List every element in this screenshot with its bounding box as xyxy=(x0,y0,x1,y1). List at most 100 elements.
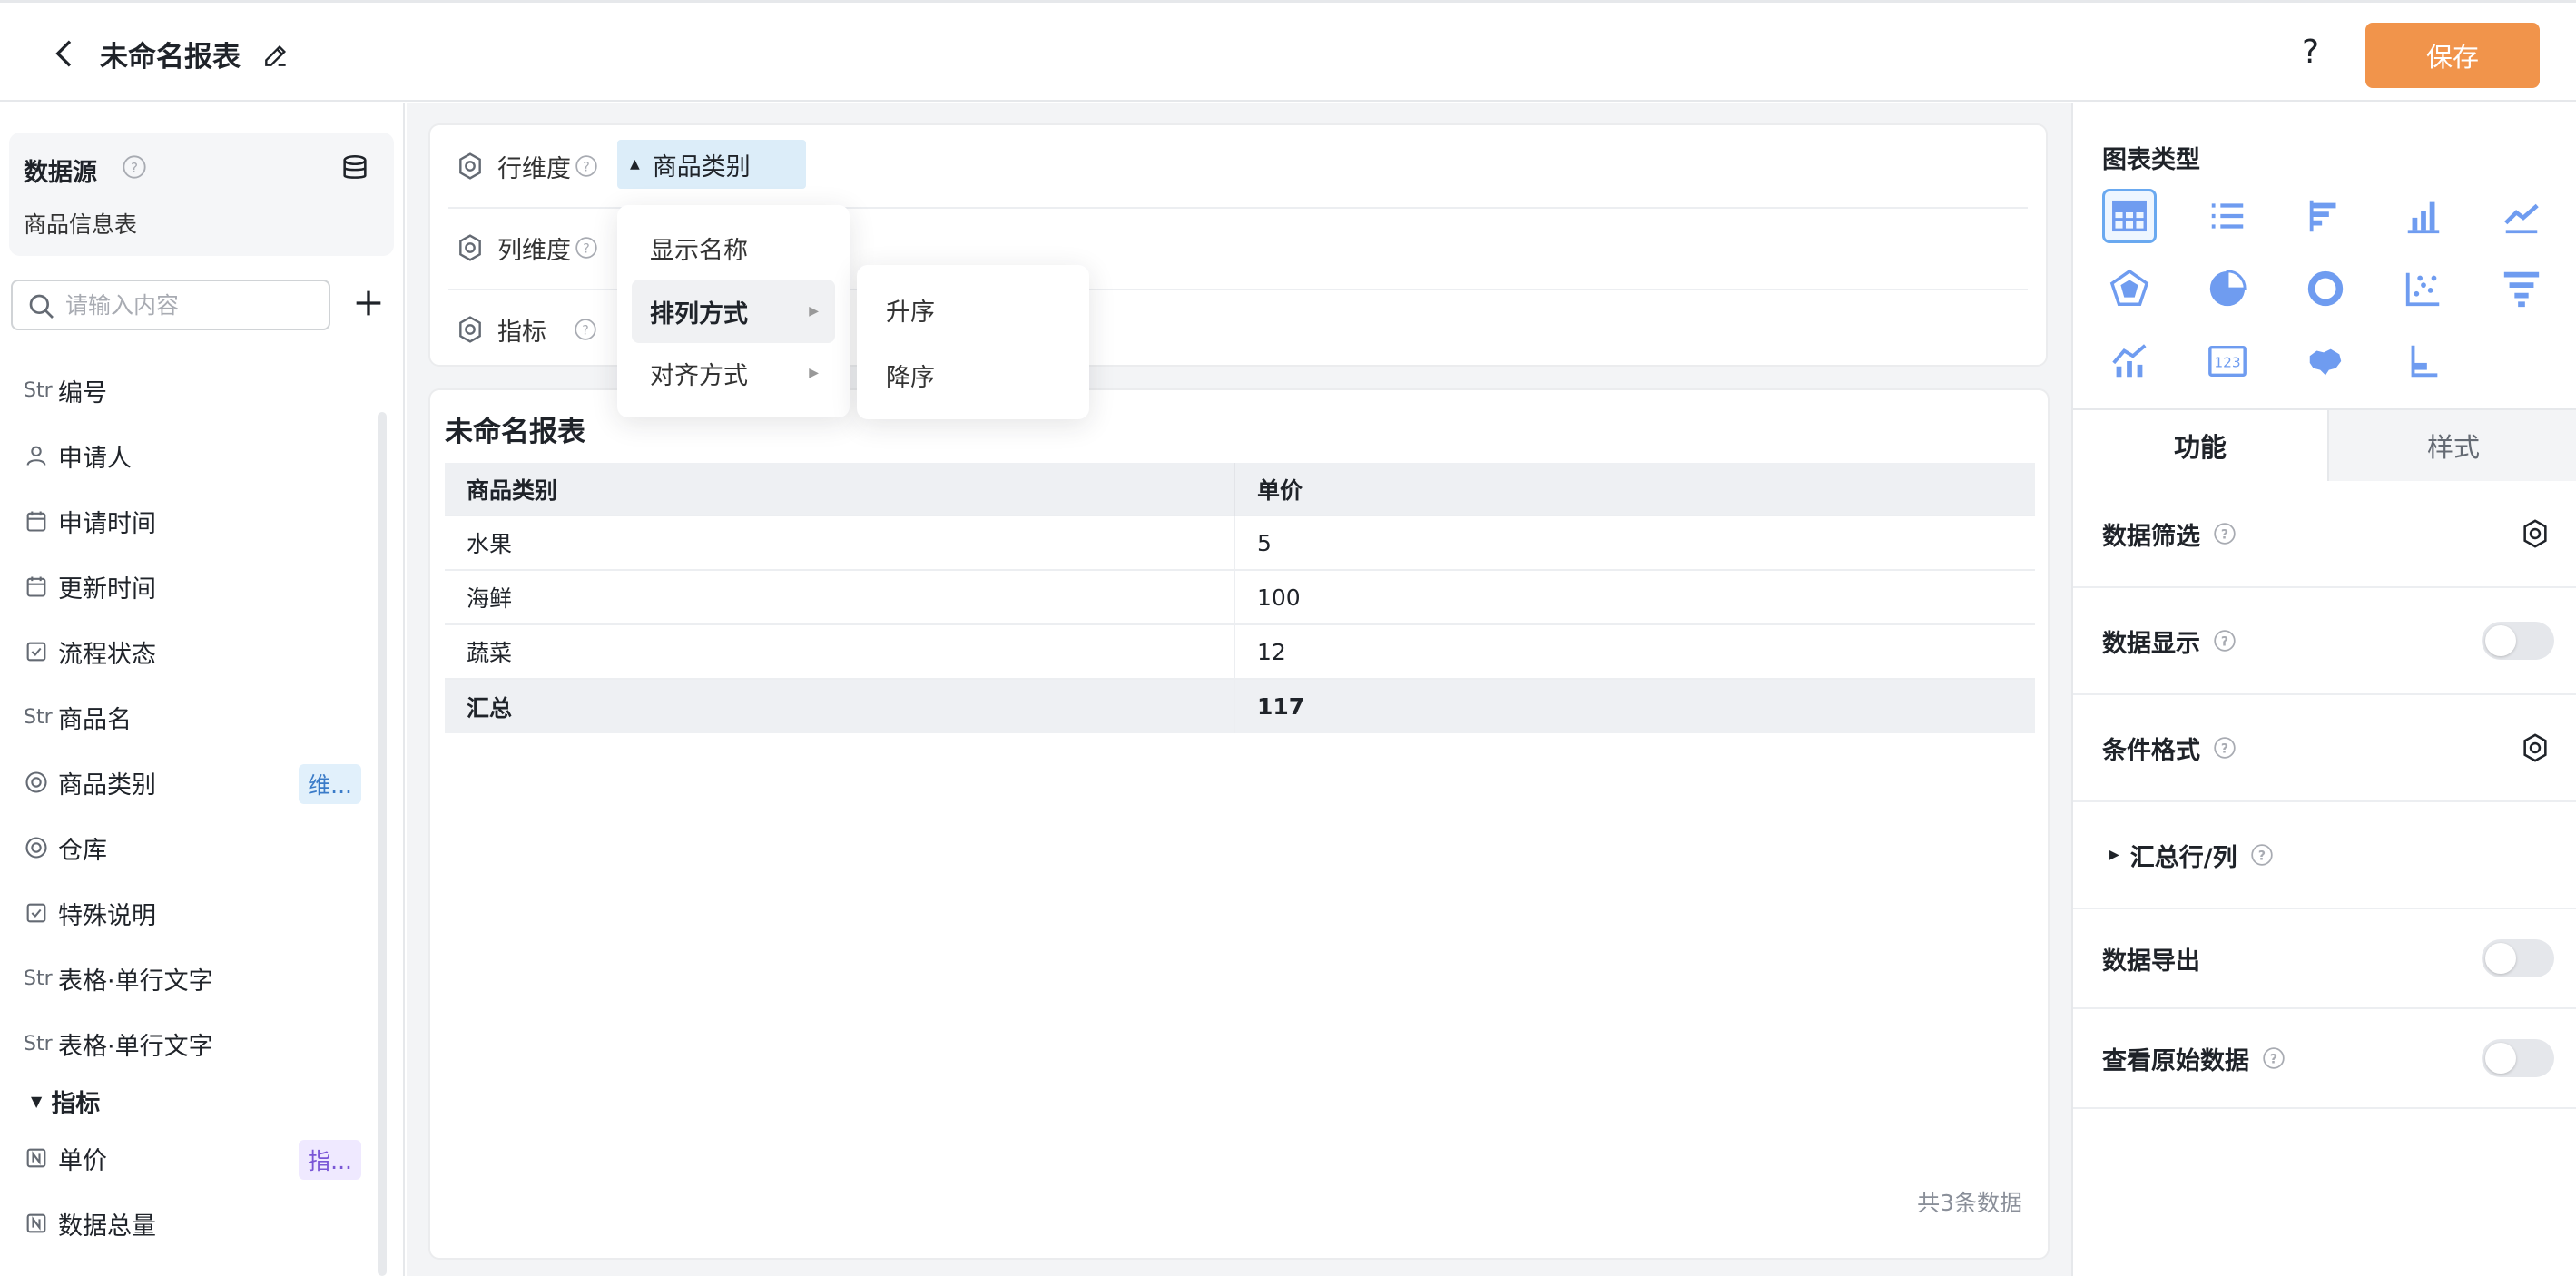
chart-type-gantt[interactable] xyxy=(2396,334,2451,388)
table-chart-icon xyxy=(2112,200,2147,232)
report-title: 未命名报表 xyxy=(100,41,241,74)
scatter-chart-icon xyxy=(2405,272,2440,307)
metric-label: 指标 xyxy=(497,318,546,347)
string-type-icon: Str xyxy=(24,705,53,729)
raw-data-toggle[interactable] xyxy=(2482,1039,2554,1077)
option-data-filter: 数据筛选 ? xyxy=(2073,481,2576,588)
table-cell: 蔬菜 xyxy=(445,623,1235,679)
field-item[interactable]: Str 表格·单行文字 xyxy=(0,946,372,1011)
chart-type-column[interactable] xyxy=(2396,189,2451,243)
metric-item[interactable]: 单价 指... xyxy=(0,1125,372,1191)
gear-icon[interactable] xyxy=(456,233,485,262)
gear-icon[interactable] xyxy=(2520,732,2551,763)
radio-icon xyxy=(24,770,58,795)
help-circle-icon[interactable]: ? xyxy=(574,318,597,341)
option-label: 条件格式 xyxy=(2102,736,2200,765)
column-dimension-label: 列维度 xyxy=(497,236,571,265)
edit-icon[interactable] xyxy=(261,41,290,70)
field-item[interactable]: 更新时间 xyxy=(0,554,372,619)
chart-type-map[interactable] xyxy=(2298,334,2353,388)
field-label: 商品类别 xyxy=(58,771,156,800)
field-item[interactable]: 申请时间 xyxy=(0,488,372,554)
field-item[interactable]: 流程状态 xyxy=(0,619,372,684)
sidebar-scrollbar[interactable] xyxy=(378,412,387,1276)
column-header[interactable]: 商品类别 xyxy=(445,463,1235,515)
tab-function[interactable]: 功能 xyxy=(2073,408,2327,481)
string-type-icon: Str xyxy=(24,1032,53,1055)
table-cell: 汇总 xyxy=(445,678,1235,733)
help-circle-icon[interactable]: ? xyxy=(2213,522,2237,545)
chart-type-line[interactable] xyxy=(2494,189,2549,243)
field-item[interactable]: 商品类别 维... xyxy=(0,750,372,815)
menu-item-ascending[interactable]: 升序 xyxy=(886,292,935,328)
panel-tabs: 功能 样式 xyxy=(2073,408,2576,481)
menu-item-align[interactable]: 对齐方式 ▶ xyxy=(632,341,835,405)
back-arrow-icon[interactable] xyxy=(47,35,84,72)
table-cell: 117 xyxy=(1234,678,2035,733)
field-label: 商品名 xyxy=(58,705,132,734)
field-label: 流程状态 xyxy=(58,640,156,669)
table-cell: 5 xyxy=(1234,515,2035,570)
menu-item-display-name[interactable]: 显示名称 xyxy=(632,216,835,280)
radio-icon xyxy=(24,835,58,860)
menu-item-descending[interactable]: 降序 xyxy=(886,358,935,393)
help-circle-icon[interactable]: ? xyxy=(122,154,147,180)
row-dimension-chip[interactable]: ▲ 商品类别 xyxy=(617,140,806,189)
number-icon xyxy=(24,1211,58,1236)
field-item[interactable]: Str 商品名 xyxy=(0,684,372,750)
field-item[interactable]: 特殊说明 xyxy=(0,880,372,946)
string-type-icon: Str xyxy=(24,967,53,990)
menu-item-sort[interactable]: 排列方式 ▶ xyxy=(632,280,835,343)
data-export-toggle[interactable] xyxy=(2482,939,2554,977)
field-item[interactable]: Str 编号 xyxy=(0,358,372,423)
gear-icon[interactable] xyxy=(456,315,485,344)
chart-type-list[interactable] xyxy=(2200,189,2255,243)
string-type-icon: Str xyxy=(24,378,53,402)
svg-text:?: ? xyxy=(2221,527,2228,542)
gear-icon[interactable] xyxy=(456,152,485,181)
field-item[interactable]: 仓库 xyxy=(0,815,372,880)
option-summary[interactable]: ▶ 汇总行/列 ? xyxy=(2073,802,2576,909)
gantt-chart-icon xyxy=(2411,345,2438,378)
search-input[interactable] xyxy=(65,289,320,321)
chart-type-funnel[interactable] xyxy=(2494,261,2549,316)
chart-type-bar[interactable] xyxy=(2298,189,2353,243)
donut-chart-icon xyxy=(2307,270,2344,307)
save-button[interactable]: 保存 xyxy=(2365,23,2540,88)
metric-group-header[interactable]: ▼ 指标 xyxy=(0,1076,372,1125)
chart-type-number[interactable]: 123 xyxy=(2200,334,2255,388)
help-circle-icon[interactable]: ? xyxy=(2262,1046,2286,1070)
chart-type-pie[interactable] xyxy=(2200,261,2255,316)
tab-style[interactable]: 样式 xyxy=(2327,408,2576,481)
help-button[interactable]: ? xyxy=(2302,34,2319,71)
field-search[interactable] xyxy=(11,280,330,330)
database-switch-icon[interactable] xyxy=(339,152,370,183)
help-circle-icon[interactable]: ? xyxy=(2213,629,2237,653)
datasource-name[interactable]: 商品信息表 xyxy=(24,207,137,240)
field-list: Str 编号 申请人 申请时间 更新时间 流程状态 Str 商品名 商品类别 维...… xyxy=(0,358,372,1256)
column-header[interactable]: 单价 xyxy=(1234,463,2035,515)
field-item[interactable]: Str 表格·单行文字 xyxy=(0,1011,372,1076)
help-circle-icon[interactable]: ? xyxy=(575,154,598,178)
chip-label: 商品类别 xyxy=(652,152,751,182)
add-field-icon[interactable] xyxy=(350,285,387,321)
help-circle-icon[interactable]: ? xyxy=(2250,843,2274,867)
help-circle-icon[interactable]: ? xyxy=(575,236,598,260)
chart-type-scatter[interactable] xyxy=(2396,261,2451,316)
chart-type-combo[interactable] xyxy=(2102,334,2157,388)
combo-chart-icon xyxy=(2112,344,2147,378)
report-table-title: 未命名报表 xyxy=(445,416,585,448)
table-row: 蔬菜 12 xyxy=(445,623,2035,679)
field-item[interactable]: 申请人 xyxy=(0,423,372,488)
gear-icon[interactable] xyxy=(2520,518,2551,549)
svg-text:?: ? xyxy=(131,160,138,176)
data-display-toggle[interactable] xyxy=(2482,622,2554,660)
chart-type-radar[interactable] xyxy=(2102,261,2157,316)
funnel-chart-icon xyxy=(2503,271,2540,308)
chart-type-table[interactable] xyxy=(2102,189,2157,243)
number-icon xyxy=(24,1145,58,1171)
option-conditional-format: 条件格式 ? xyxy=(2073,695,2576,802)
metric-item[interactable]: 数据总量 xyxy=(0,1191,372,1256)
help-circle-icon[interactable]: ? xyxy=(2213,736,2237,760)
chart-type-donut[interactable] xyxy=(2298,261,2353,316)
